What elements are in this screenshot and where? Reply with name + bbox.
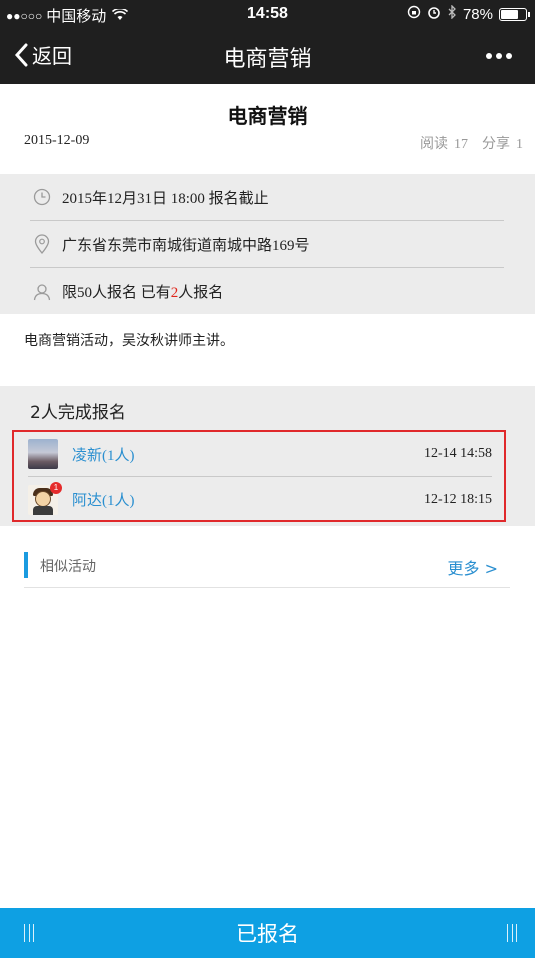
limit-prefix: 限50人报名 已有 [62, 285, 171, 301]
article-stats: 阅读 17 分享 1 [420, 133, 523, 153]
list-item[interactable]: 1 阿达(1人) 12-12 18:15 [28, 477, 492, 522]
share-count: 1 [516, 137, 523, 152]
event-info: 2015年12月31日 18:00 报名截止 广东省东莞市南城街道南城中路169… [0, 174, 535, 314]
signup-section: 2人完成报名 凌新(1人) 12-14 14:58 1 阿达(1人) 12-12… [0, 386, 535, 526]
status-bar: ●●○○○ 中国移动 14:58 78% [0, 0, 535, 28]
location-pin-icon [30, 234, 54, 254]
publish-date: 2015-12-09 [24, 133, 90, 148]
article-title: 电商营销 [227, 104, 308, 128]
rotation-lock-icon [407, 5, 421, 23]
nav-title: 电商营销 [223, 47, 312, 72]
nav-bar: 返回 电商营销 [0, 28, 535, 84]
share-stat: 分享 1 [482, 133, 523, 153]
notification-badge: 1 [50, 481, 62, 494]
battery-percent: 78% [462, 5, 493, 23]
signed-up-button[interactable]: 已报名 [0, 908, 535, 958]
read-count: 17 [454, 137, 468, 152]
deadline-text: 2015年12月31日 18:00 报名截止 [62, 190, 269, 207]
address-row[interactable]: 广东省东莞市南城街道南城中路169号 [30, 221, 504, 268]
avatar [28, 439, 58, 469]
signup-time: 12-12 18:15 [423, 491, 492, 507]
avatar: 1 [28, 481, 62, 515]
person-icon [30, 283, 54, 301]
alarm-icon [427, 5, 441, 23]
deadline-row: 2015年12月31日 18:00 报名截止 [30, 174, 504, 221]
clock-icon [30, 188, 54, 206]
read-label: 阅读 [420, 136, 448, 152]
status-right: 78% [407, 4, 530, 23]
read-stat: 阅读 17 [420, 133, 468, 153]
signed-up-label: 已报名 [236, 922, 299, 946]
more-link[interactable]: 更多 > [448, 555, 499, 579]
similar-activities: 相似活动 更多 > [24, 546, 510, 588]
grip-icon [507, 924, 517, 942]
limit-text: 限50人报名 已有2人报名 [62, 281, 223, 302]
bluetooth-icon [447, 4, 457, 23]
more-dots-icon[interactable] [485, 42, 513, 67]
signup-title: 2人完成报名 [30, 403, 126, 423]
list-item[interactable]: 凌新(1人) 12-14 14:58 [28, 432, 492, 477]
share-label: 分享 [482, 136, 510, 152]
event-description: 电商营销活动，吴汝秋讲师主讲。 [24, 333, 234, 349]
address-text: 广东省东莞市南城街道南城中路169号 [62, 237, 310, 254]
section-accent-bar [24, 552, 28, 578]
signup-time: 12-14 14:58 [423, 446, 492, 461]
similar-label: 相似活动 [40, 559, 96, 575]
signup-list: 凌新(1人) 12-14 14:58 1 阿达(1人) 12-12 18:15 [12, 430, 506, 522]
signup-name[interactable]: 阿达(1人) [72, 489, 135, 510]
battery-icon [499, 7, 530, 21]
limit-row: 限50人报名 已有2人报名 [30, 268, 504, 315]
signup-name[interactable]: 凌新(1人) [72, 444, 135, 465]
limit-suffix: 人报名 [178, 285, 224, 301]
